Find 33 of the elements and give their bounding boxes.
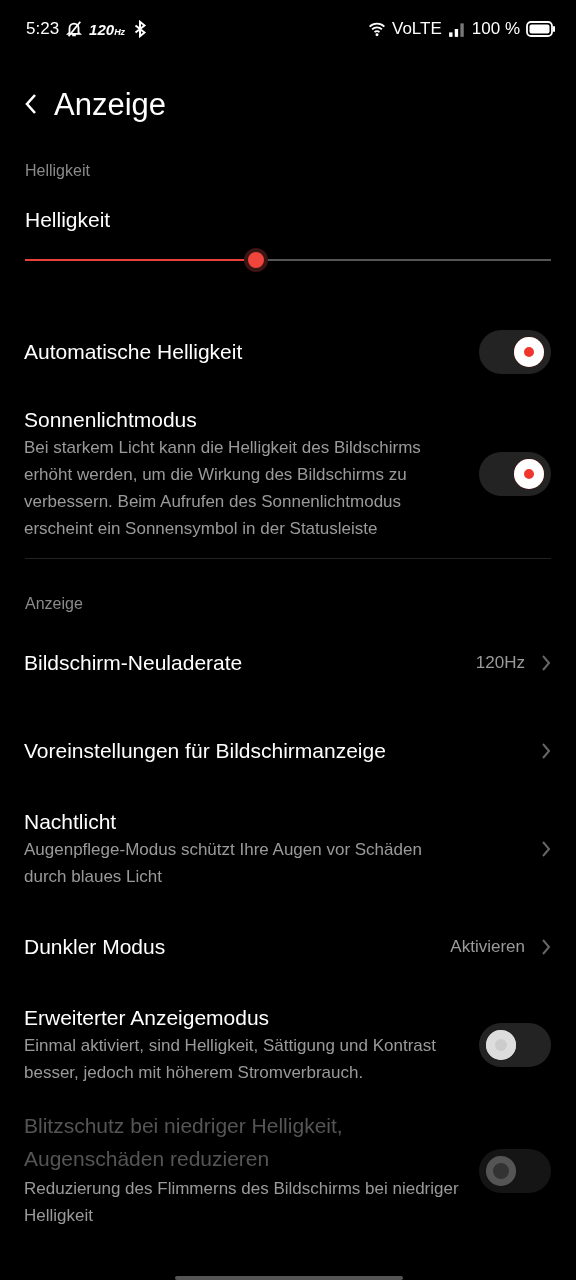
slider-thumb[interactable] [244,248,269,272]
chevron-right-icon [541,654,551,672]
wifi-icon [368,20,386,38]
setting-title: Sonnenlichtmodus [24,407,198,433]
battery-icon [526,21,556,37]
setting-description: Einmal aktiviert, sind Helligkeit, Sättigung und Kontrast besser, jedoch mit höherem Stromverbrauch. [24,1035,437,1084]
setting-title: Bildschirm-Neuladerate [24,650,244,676]
chevron-right-icon [541,742,551,760]
bell-off-icon [65,20,84,38]
status-time: 5:23 [26,19,60,39]
setting-value: Aktivieren [450,937,525,957]
chevron-right-icon [541,938,551,956]
signal-icon [447,20,466,38]
toggle-switch[interactable] [479,1023,551,1067]
setting-title: Blitzschutz bei niedriger Helligkeit, Augenschäden reduzieren [24,1113,344,1172]
chevron-right-icon [541,840,551,858]
setting-description: Bei starkem Licht kann die Helligkeit des Bildschirms erhöht werden, um die Wirkung des Bildschirms zu verbessern. Beim Aufrufen des Sonnenlichtmodus erscheint ein Sonnensymbol in der Statusleiste [24,437,422,540]
toggle-switch[interactable] [479,452,551,496]
setting-title: Dunkler Modus [24,934,167,960]
section-label: Helligkeit [24,161,91,181]
setting-description: Reduzierung des Flimmerns des Bildschirms bei niedriger Helligkeit [24,1178,460,1227]
setting-title: Voreinstellungen für Bildschirmanzeige [24,738,387,764]
setting-title: Erweiterter Anzeigemodus [24,1005,271,1031]
section-label: Anzeige [24,594,84,614]
setting-title: Automatische Helligkeit [24,339,244,365]
setting-value: 120Hz [475,653,525,673]
page-title: Anzeige [54,87,167,123]
toggle-switch[interactable] [479,330,551,374]
setting-description: Augenpflege-Modus schützt Ihre Augen vor Schäden durch blaues Licht [24,839,423,888]
battery-percent: 100 % [471,19,520,39]
network-type: VoLTE [392,19,442,39]
setting-title: Helligkeit [25,207,112,233]
setting-title: Nachtlicht [24,809,118,835]
